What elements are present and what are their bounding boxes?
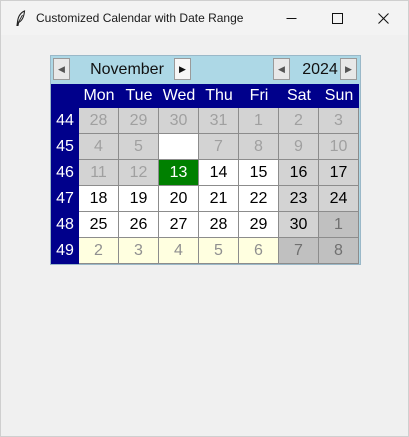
maximize-icon: [331, 12, 343, 24]
day-cell[interactable]: 1: [239, 108, 279, 134]
day-cell[interactable]: 26: [119, 212, 159, 238]
day-cell[interactable]: 25: [79, 212, 119, 238]
prev-month-button[interactable]: ◀: [53, 58, 70, 80]
right-arrow-icon: ▶: [179, 63, 186, 74]
day-cell-selected[interactable]: 13: [159, 160, 199, 186]
day-cell[interactable]: 5: [199, 238, 239, 264]
day-cell[interactable]: 28: [79, 108, 119, 134]
day-cell[interactable]: 2: [279, 108, 319, 134]
next-month-button[interactable]: ▶: [174, 58, 191, 80]
weekday-header: Mon: [79, 84, 119, 108]
grid-corner: [51, 84, 79, 108]
week-number: 47: [51, 186, 79, 212]
day-cell[interactable]: 24: [319, 186, 359, 212]
day-cell[interactable]: 3: [319, 108, 359, 134]
close-button[interactable]: [360, 1, 406, 35]
day-cell[interactable]: 8: [239, 134, 279, 160]
day-cell[interactable]: 12: [119, 160, 159, 186]
day-cell[interactable]: 21: [199, 186, 239, 212]
day-cell[interactable]: 4: [159, 238, 199, 264]
weekday-header: Fri: [239, 84, 279, 108]
weekday-header: Tue: [119, 84, 159, 108]
week-number: 46: [51, 160, 79, 186]
day-cell[interactable]: 6: [239, 238, 279, 264]
minimize-button[interactable]: [268, 1, 314, 35]
next-year-button[interactable]: ▶: [340, 58, 357, 80]
app-window: Customized Calendar with Date Range ◀ No…: [0, 0, 409, 437]
day-cell[interactable]: 15: [239, 160, 279, 186]
day-cell[interactable]: 2: [79, 238, 119, 264]
day-cell[interactable]: 27: [159, 212, 199, 238]
day-cell[interactable]: 9: [279, 134, 319, 160]
calendar-header: ◀ November ▶ ◀ 2024 ▶: [51, 56, 360, 83]
month-label: November: [90, 61, 164, 78]
day-cell[interactable]: [159, 134, 199, 160]
day-cell[interactable]: 28: [199, 212, 239, 238]
title-bar[interactable]: Customized Calendar with Date Range: [1, 1, 408, 35]
day-cell[interactable]: 31: [199, 108, 239, 134]
day-cell[interactable]: 7: [279, 238, 319, 264]
day-cell[interactable]: 29: [119, 108, 159, 134]
day-cell[interactable]: 18: [79, 186, 119, 212]
year-label: 2024: [302, 61, 338, 78]
day-cell[interactable]: 14: [199, 160, 239, 186]
weekday-header: Sun: [319, 84, 359, 108]
calendar-widget: ◀ November ▶ ◀ 2024 ▶ Mon Tue Wed Thu Fri Sat…: [50, 55, 361, 265]
day-cell[interactable]: 11: [79, 160, 119, 186]
feather-icon: [16, 10, 26, 26]
day-cell[interactable]: 23: [279, 186, 319, 212]
prev-year-button[interactable]: ◀: [273, 58, 290, 80]
day-cell[interactable]: 30: [159, 108, 199, 134]
weekday-header: Sat: [279, 84, 319, 108]
day-cell[interactable]: 19: [119, 186, 159, 212]
day-cell[interactable]: 10: [319, 134, 359, 160]
day-cell[interactable]: 8: [319, 238, 359, 264]
day-cell[interactable]: 20: [159, 186, 199, 212]
left-arrow-icon: ◀: [58, 63, 65, 74]
day-cell[interactable]: 7: [199, 134, 239, 160]
day-cell[interactable]: 29: [239, 212, 279, 238]
day-cell[interactable]: 16: [279, 160, 319, 186]
day-cell[interactable]: 22: [239, 186, 279, 212]
right-arrow-icon: ▶: [345, 63, 352, 74]
day-cell[interactable]: 1: [319, 212, 359, 238]
left-arrow-icon: ◀: [278, 63, 285, 74]
day-cell[interactable]: 5: [119, 134, 159, 160]
weekday-header: Thu: [199, 84, 239, 108]
week-number: 49: [51, 238, 79, 264]
minimize-icon: [286, 17, 296, 19]
weekday-header: Wed: [159, 84, 199, 108]
calendar-grid: Mon Tue Wed Thu Fri Sat Sun 44 28 29 30 31 1 2 3 45 4 5 7 8…: [51, 84, 360, 264]
week-number: 44: [51, 108, 79, 134]
day-cell[interactable]: 3: [119, 238, 159, 264]
day-cell[interactable]: 4: [79, 134, 119, 160]
maximize-button[interactable]: [314, 1, 360, 35]
day-cell[interactable]: 17: [319, 160, 359, 186]
window-title: Customized Calendar with Date Range: [36, 11, 244, 25]
week-number: 45: [51, 134, 79, 160]
week-number: 48: [51, 212, 79, 238]
day-cell[interactable]: 30: [279, 212, 319, 238]
close-icon: [377, 12, 389, 24]
